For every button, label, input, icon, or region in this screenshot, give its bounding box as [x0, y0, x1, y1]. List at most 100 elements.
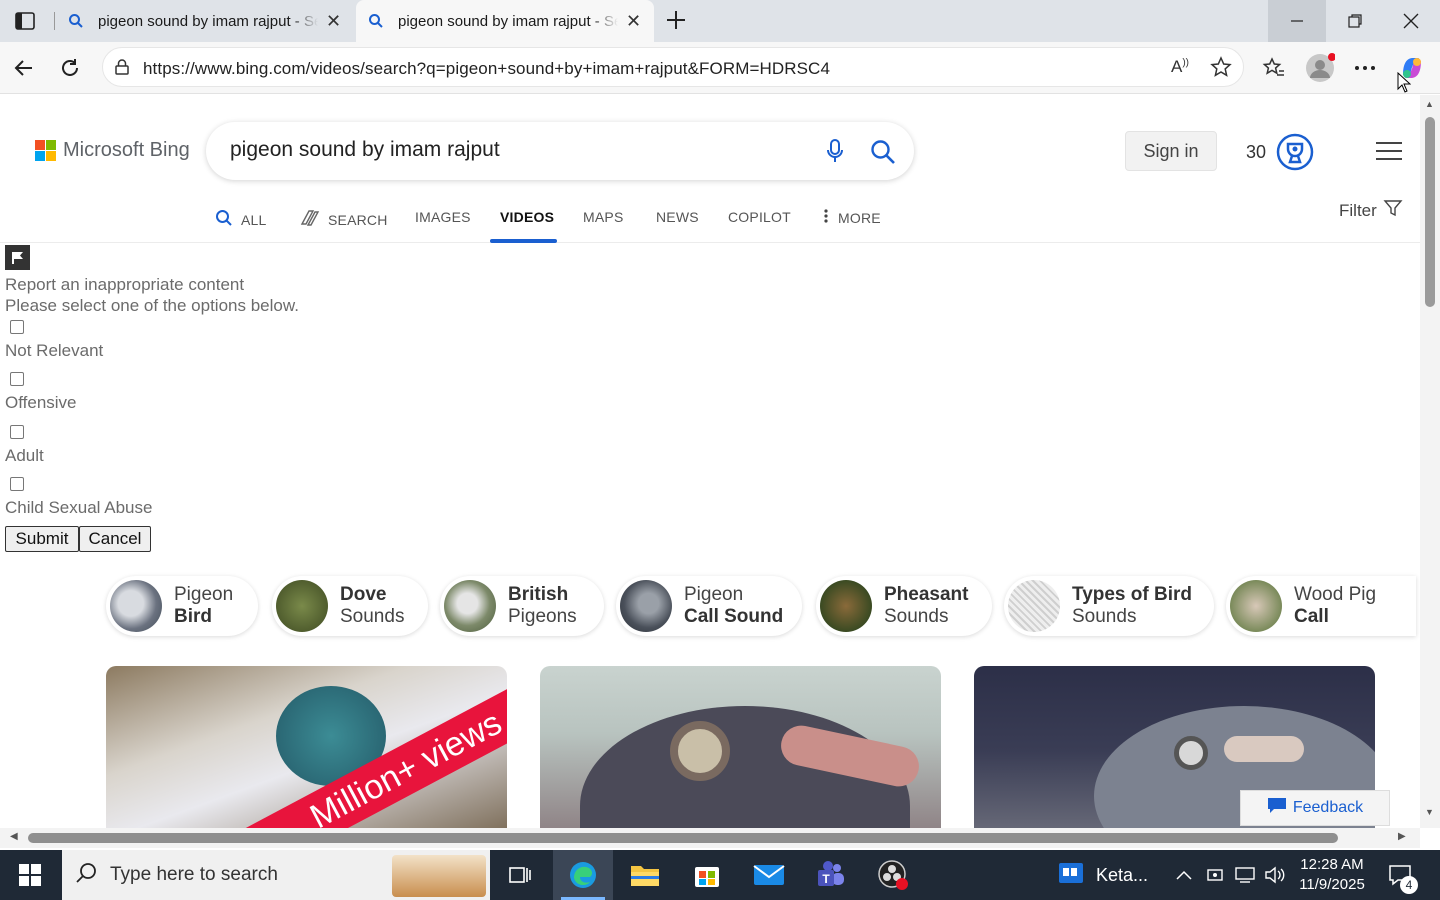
related-chip[interactable]: Dove Sounds: [272, 576, 428, 636]
report-flag-icon[interactable]: [5, 245, 30, 270]
related-chip[interactable]: Pigeon Bird: [106, 576, 258, 636]
microphone-icon[interactable]: [826, 139, 844, 168]
filter-button[interactable]: Filter: [1339, 198, 1403, 223]
profile-icon[interactable]: [1302, 50, 1338, 86]
wood-pigeon-thumbnail: [1230, 580, 1282, 632]
rewards-points[interactable]: 30: [1246, 142, 1266, 163]
search-nav-tabs: ALL SEARCH IMAGES VIDEOS MAPS NEWS COPIL…: [0, 199, 1420, 243]
vertical-scrollbar[interactable]: ▲ ▼: [1420, 95, 1440, 828]
tab-images[interactable]: IMAGES: [415, 209, 471, 225]
copilot-search-icon: [300, 209, 320, 230]
favorite-star-icon[interactable]: [1210, 56, 1232, 83]
horizontal-scrollbar[interactable]: ◀ ▶: [0, 828, 1420, 848]
minimize-icon[interactable]: [1268, 0, 1326, 42]
tab-videos[interactable]: VIDEOS: [500, 209, 554, 225]
related-chip[interactable]: Wood Pig Call: [1226, 576, 1416, 636]
chip-line1: Types of Bird: [1072, 584, 1192, 605]
task-view-icon[interactable]: [490, 850, 550, 900]
tab-bar: pigeon sound by imam rajput - Search ✕ p…: [0, 0, 1440, 42]
related-chip[interactable]: Pigeon Call Sound: [616, 576, 802, 636]
site-info-icon[interactable]: [113, 58, 131, 81]
network-icon[interactable]: [1234, 850, 1256, 900]
rewards-trophy-icon[interactable]: [1276, 133, 1314, 176]
more-icon[interactable]: [1347, 50, 1383, 86]
tab-1[interactable]: pigeon sound by imam rajput - Search ✕: [56, 0, 354, 42]
related-chip[interactable]: Pheasant Sounds: [816, 576, 992, 636]
tab-more[interactable]: MORE: [824, 209, 881, 226]
taskbar-search[interactable]: Type here to search: [62, 850, 490, 900]
show-hidden-icons-icon[interactable]: [1176, 850, 1192, 900]
checkbox-child-abuse[interactable]: [10, 477, 24, 491]
file-explorer-icon[interactable]: [615, 850, 675, 900]
volume-icon[interactable]: [1264, 850, 1286, 900]
back-icon[interactable]: [6, 50, 42, 86]
tab-copilot[interactable]: COPILOT: [728, 209, 791, 225]
microsoft-logo-icon: [35, 140, 56, 161]
svg-text:T: T: [822, 872, 830, 886]
checkbox-adult[interactable]: [10, 425, 24, 439]
sign-in-button[interactable]: Sign in: [1125, 131, 1217, 171]
bing-logo[interactable]: Microsoft Bing: [35, 139, 190, 162]
scrollbar-thumb[interactable]: [1425, 117, 1435, 307]
teams-icon[interactable]: T: [801, 850, 861, 900]
address-toolbar: https://www.bing.com/videos/search?q=pig…: [0, 42, 1440, 94]
edge-browser-icon[interactable]: [553, 850, 613, 900]
search-icon[interactable]: [870, 139, 896, 170]
checkbox-offensive[interactable]: [10, 372, 24, 386]
tab-label: VIDEOS: [500, 209, 555, 225]
british-pigeon-thumbnail: [444, 580, 496, 632]
tab-label: IMAGES: [415, 209, 471, 225]
pigeon-eye-image: [1174, 736, 1208, 770]
chip-line1: British: [508, 584, 569, 605]
option-label: Adult: [5, 446, 44, 465]
refresh-icon[interactable]: [52, 50, 88, 86]
tab-all[interactable]: ALL: [215, 209, 267, 230]
hamburger-menu-icon[interactable]: [1376, 141, 1402, 166]
option-label: Child Sexual Abuse: [5, 498, 153, 517]
feedback-button[interactable]: Feedback: [1240, 790, 1390, 826]
scroll-right-icon[interactable]: ▶: [1398, 831, 1406, 842]
checkbox-not-relevant[interactable]: [10, 320, 24, 334]
clock[interactable]: 12:28 AM 11/9/2025: [1296, 855, 1368, 895]
close-icon[interactable]: ✕: [626, 11, 641, 32]
filter-label: Filter: [1339, 200, 1377, 220]
feedback-icon: [1267, 797, 1287, 820]
bing-logo-text: Microsoft Bing: [63, 139, 190, 161]
search-input[interactable]: pigeon sound by imam rajput: [230, 138, 500, 162]
tab-maps[interactable]: MAPS: [583, 209, 623, 225]
tab-search[interactable]: SEARCH: [300, 209, 388, 230]
scrollbar-thumb[interactable]: [28, 833, 1338, 843]
meet-now-icon[interactable]: [1206, 850, 1224, 900]
video-thumbnail[interactable]: Million+ views: [106, 666, 507, 828]
scroll-down-icon[interactable]: ▼: [1425, 807, 1434, 817]
close-window-icon[interactable]: [1382, 0, 1440, 42]
search-box[interactable]: pigeon sound by imam rajput: [206, 122, 914, 180]
tab-actions-icon[interactable]: [14, 10, 36, 32]
video-thumbnail[interactable]: [540, 666, 941, 828]
scroll-up-icon[interactable]: ▲: [1425, 99, 1434, 109]
related-chip[interactable]: British Pigeons: [440, 576, 604, 636]
microsoft-store-icon[interactable]: [677, 850, 737, 900]
submit-button[interactable]: Submit: [5, 526, 79, 552]
close-icon[interactable]: ✕: [326, 11, 341, 32]
new-tab-icon[interactable]: [664, 8, 688, 32]
notification-count: 4: [1400, 876, 1418, 894]
tab-news[interactable]: NEWS: [656, 209, 699, 225]
favorites-icon[interactable]: [1256, 50, 1292, 86]
tray-app[interactable]: Keta...: [1058, 850, 1148, 900]
tab-2[interactable]: pigeon sound by imam rajput - Search ✕: [356, 0, 654, 42]
obs-recorder-icon[interactable]: [863, 850, 923, 900]
notifications-icon[interactable]: 4: [1388, 850, 1418, 900]
pigeon-eye-image: [670, 721, 730, 781]
restore-icon[interactable]: [1326, 0, 1384, 42]
mail-icon[interactable]: [739, 850, 799, 900]
more-vertical-icon: [824, 209, 828, 226]
clock-date: 11/9/2025: [1299, 876, 1365, 893]
read-aloud-icon[interactable]: A)): [1171, 57, 1189, 77]
scroll-left-icon[interactable]: ◀: [10, 831, 18, 842]
address-bar[interactable]: https://www.bing.com/videos/search?q=pig…: [102, 47, 1244, 87]
related-chip[interactable]: Types of Bird Sounds: [1004, 576, 1214, 636]
windows-start-icon[interactable]: [0, 850, 60, 900]
cancel-button[interactable]: Cancel: [79, 526, 151, 552]
pigeon-beak-image: [1224, 736, 1304, 762]
